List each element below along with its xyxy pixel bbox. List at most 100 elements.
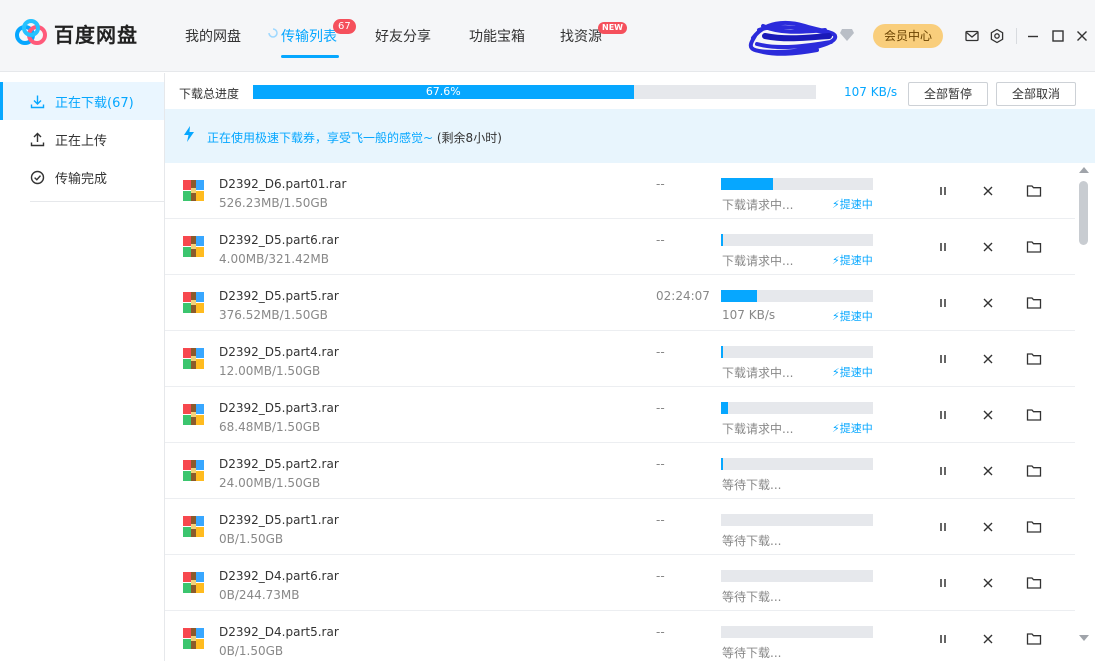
avatar[interactable] xyxy=(745,16,840,60)
download-status: 下载请求中... xyxy=(722,198,794,212)
lightning-icon xyxy=(184,126,194,142)
time-remaining: -- xyxy=(656,345,665,359)
pause-icon[interactable] xyxy=(935,631,951,647)
time-remaining: 02:24:07 xyxy=(656,289,710,303)
folder-icon[interactable] xyxy=(1026,351,1042,367)
file-progress-track xyxy=(721,346,873,358)
folder-icon[interactable] xyxy=(1026,407,1042,423)
download-row[interactable]: D2392_D5.part5.rar 376.52MB/1.50GB 02:24… xyxy=(165,275,1075,331)
scroll-up-arrow-icon[interactable] xyxy=(1079,167,1089,173)
file-name[interactable]: D2392_D4.part5.rar xyxy=(219,625,339,639)
sidebar-divider xyxy=(30,201,164,202)
pause-icon[interactable] xyxy=(935,239,951,255)
download-row[interactable]: D2392_D4.part6.rar 0B/244.73MB -- 等待下载..… xyxy=(165,555,1075,611)
cancel-icon[interactable] xyxy=(980,519,996,535)
cancel-icon[interactable] xyxy=(980,407,996,423)
rar-file-icon xyxy=(183,292,204,313)
boost-bolt-icon: ⚡ xyxy=(832,366,840,379)
pause-icon[interactable] xyxy=(935,351,951,367)
download-status: 等待下载... xyxy=(722,590,782,604)
sidebar-item-downloading[interactable]: 正在下载(67) xyxy=(0,82,164,120)
file-size: 24.00MB/1.50GB xyxy=(219,476,321,490)
cancel-icon[interactable] xyxy=(980,631,996,647)
folder-icon[interactable] xyxy=(1026,575,1042,591)
vip-center-button[interactable]: 会员中心 xyxy=(873,24,943,48)
cancel-icon[interactable] xyxy=(980,575,996,591)
file-size: 0B/1.50GB xyxy=(219,644,284,658)
nav-find-resources[interactable]: 找资源 xyxy=(560,26,602,46)
file-name[interactable]: D2392_D5.part3.rar xyxy=(219,401,339,415)
pause-all-button[interactable]: 全部暂停 xyxy=(908,82,988,106)
file-progress-track xyxy=(721,402,873,414)
download-row[interactable]: D2392_D5.part6.rar 4.00MB/321.42MB -- 下载… xyxy=(165,219,1075,275)
folder-icon[interactable] xyxy=(1026,463,1042,479)
file-name[interactable]: D2392_D5.part2.rar xyxy=(219,457,339,471)
folder-icon[interactable] xyxy=(1026,631,1042,647)
speed-voucher-notice: 正在使用极速下载券，享受飞一般的感觉~ (剩余8小时) xyxy=(165,109,1095,163)
file-name[interactable]: D2392_D4.part6.rar xyxy=(219,569,339,583)
sidebar-item-uploading[interactable]: 正在上传 xyxy=(0,120,164,158)
active-tab-indicator xyxy=(281,55,339,58)
download-row[interactable]: D2392_D6.part01.rar 526.23MB/1.50GB -- 下… xyxy=(165,163,1075,219)
cancel-icon[interactable] xyxy=(980,183,996,199)
pause-icon[interactable] xyxy=(935,519,951,535)
file-progress-fill xyxy=(721,402,728,414)
file-name[interactable]: D2392_D5.part4.rar xyxy=(219,345,339,359)
new-badge: NEW xyxy=(598,22,627,34)
download-row[interactable]: D2392_D4.part5.rar 0B/1.50GB -- 等待下载... … xyxy=(165,611,1075,661)
file-name[interactable]: D2392_D6.part01.rar xyxy=(219,177,346,191)
close-icon[interactable] xyxy=(1074,28,1090,44)
file-size: 0B/1.50GB xyxy=(219,532,284,546)
file-name[interactable]: D2392_D5.part1.rar xyxy=(219,513,339,527)
rar-file-icon xyxy=(183,460,204,481)
pause-icon[interactable] xyxy=(935,575,951,591)
file-size: 68.48MB/1.50GB xyxy=(219,420,321,434)
settings-icon[interactable] xyxy=(989,28,1005,44)
download-row[interactable]: D2392_D5.part3.rar 68.48MB/1.50GB -- 下载请… xyxy=(165,387,1075,443)
nav-transfer-list[interactable]: 传输列表 xyxy=(281,26,337,46)
file-progress-fill xyxy=(721,234,723,246)
mail-icon[interactable] xyxy=(964,28,980,44)
pause-icon[interactable] xyxy=(935,183,951,199)
file-progress-fill xyxy=(721,290,758,302)
time-remaining: -- xyxy=(656,233,665,247)
download-row[interactable]: D2392_D5.part2.rar 24.00MB/1.50GB -- 等待下… xyxy=(165,443,1075,499)
boost-bolt-icon: ⚡ xyxy=(832,422,840,435)
download-status: 等待下载... xyxy=(722,646,782,660)
title-bar: 百度网盘 我的网盘 传输列表 67 好友分享 功能宝箱 找资源 NEW 会员中心 xyxy=(0,0,1095,72)
time-remaining: -- xyxy=(656,401,665,415)
scroll-down-arrow-icon[interactable] xyxy=(1079,635,1089,641)
scrollbar-thumb[interactable] xyxy=(1079,181,1088,245)
nav-friend-share[interactable]: 好友分享 xyxy=(375,26,431,46)
file-name[interactable]: D2392_D5.part5.rar xyxy=(219,289,339,303)
maximize-icon[interactable] xyxy=(1050,28,1066,44)
sidebar-item-completed[interactable]: 传输完成 xyxy=(0,158,164,196)
file-size: 0B/244.73MB xyxy=(219,588,300,602)
nav-my-disk[interactable]: 我的网盘 xyxy=(185,26,241,46)
pause-icon[interactable] xyxy=(935,463,951,479)
cancel-icon[interactable] xyxy=(980,351,996,367)
total-progress-bar: 下载总进度 67.6% 107 KB/s 全部暂停 全部取消 xyxy=(165,73,1095,109)
pause-icon[interactable] xyxy=(935,295,951,311)
transfer-count-badge: 67 xyxy=(333,19,356,34)
cancel-icon[interactable] xyxy=(980,463,996,479)
folder-icon[interactable] xyxy=(1026,239,1042,255)
download-row[interactable]: D2392_D5.part4.rar 12.00MB/1.50GB -- 下载请… xyxy=(165,331,1075,387)
download-row[interactable]: D2392_D5.part1.rar 0B/1.50GB -- 等待下载... … xyxy=(165,499,1075,555)
nav-toolbox[interactable]: 功能宝箱 xyxy=(469,26,525,46)
cancel-icon[interactable] xyxy=(980,295,996,311)
folder-icon[interactable] xyxy=(1026,295,1042,311)
sidebar-item-label: 正在上传 xyxy=(55,133,108,149)
pause-icon[interactable] xyxy=(935,407,951,423)
cancel-all-button[interactable]: 全部取消 xyxy=(996,82,1076,106)
file-progress-fill xyxy=(721,178,773,190)
file-progress-track xyxy=(721,290,873,302)
folder-icon[interactable] xyxy=(1026,183,1042,199)
folder-icon[interactable] xyxy=(1026,519,1042,535)
file-name[interactable]: D2392_D5.part6.rar xyxy=(219,233,339,247)
rar-file-icon xyxy=(183,516,204,537)
minimize-icon[interactable] xyxy=(1025,28,1041,44)
rar-file-icon xyxy=(183,572,204,593)
cancel-icon[interactable] xyxy=(980,239,996,255)
boost-bolt-icon: ⚡ xyxy=(832,310,840,323)
